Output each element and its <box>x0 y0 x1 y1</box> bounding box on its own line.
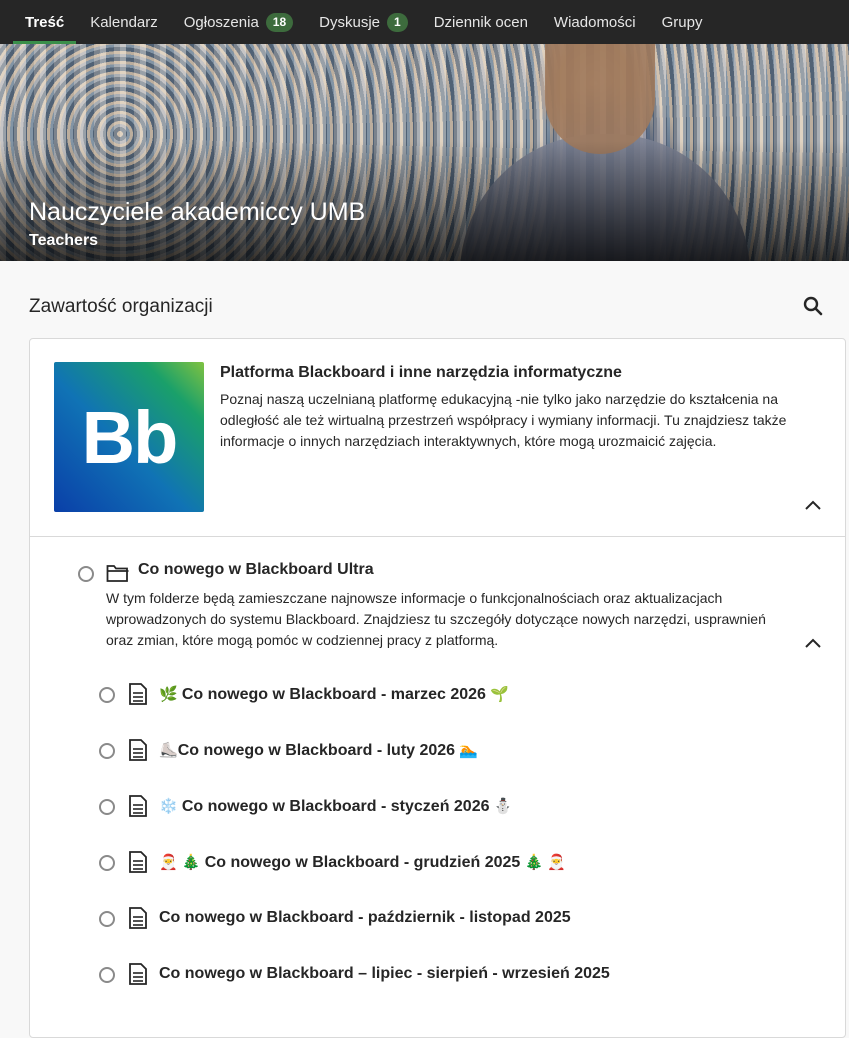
list-item[interactable]: ⛸️Co nowego w Blackboard - luty 2026 🏊 <box>99 739 799 763</box>
folder-icon <box>106 565 129 582</box>
course-banner: Nauczyciele akademiccy UMB Teachers <box>0 44 849 261</box>
tab-dziennik-ocen[interactable]: Dziennik ocen <box>422 0 540 44</box>
item-title[interactable]: 🌿 Co nowego w Blackboard - marzec 2026 🌱 <box>159 685 509 704</box>
course-subtitle: Teachers <box>29 232 99 249</box>
page-title: Zawartość organizacji <box>29 296 213 317</box>
tab-tresc[interactable]: Treść <box>13 0 77 44</box>
folder-description: W tym folderze będą zamieszczane najnows… <box>106 590 766 648</box>
tab-label: Grupy <box>661 13 703 31</box>
top-navigation: Treść Kalendarz Ogłoszenia 18 Dyskusje 1 D… <box>0 0 849 44</box>
content-card: Bb Platforma Blackboard i inne narzędzia… <box>29 338 846 1038</box>
tab-label: Treść <box>25 13 65 31</box>
list-item[interactable]: ❄️ Co nowego w Blackboard - styczeń 2026… <box>99 795 799 819</box>
card-header: Bb Platforma Blackboard i inne narzędzia… <box>30 339 845 537</box>
document-icon <box>129 963 147 985</box>
count-badge: 1 <box>387 12 408 32</box>
banner-speaker-head <box>545 44 655 154</box>
list-item[interactable]: 🌿 Co nowego w Blackboard - marzec 2026 🌱 <box>99 683 799 707</box>
card-description: Poznaj naszą uczelnianą platformę edukac… <box>220 391 787 449</box>
course-title: Nauczyciele akademiccy UMB <box>29 198 366 226</box>
tab-label: Wiadomości <box>553 13 636 31</box>
folder-title[interactable]: Co nowego w Blackboard Ultra <box>138 561 374 579</box>
document-icon <box>129 739 147 761</box>
tab-kalendarz[interactable]: Kalendarz <box>78 0 170 44</box>
item-radio[interactable] <box>99 855 115 871</box>
tab-label: Kalendarz <box>90 13 158 31</box>
tab-label: Ogłoszenia <box>183 13 259 31</box>
count-badge: 18 <box>265 12 294 32</box>
folder-radio[interactable] <box>78 566 94 582</box>
item-title[interactable]: ❄️ Co nowego w Blackboard - styczeń 2026… <box>159 797 512 816</box>
item-radio[interactable] <box>99 743 115 759</box>
item-title[interactable]: 🎅 🎄 Co nowego w Blackboard - grudzień 20… <box>159 853 566 872</box>
item-radio[interactable] <box>99 799 115 815</box>
blackboard-logo: Bb <box>54 362 204 512</box>
document-icon <box>129 683 147 705</box>
chevron-up-icon[interactable] <box>804 499 822 511</box>
search-button[interactable] <box>802 295 824 317</box>
item-title[interactable]: ⛸️Co nowego w Blackboard - luty 2026 🏊 <box>159 741 478 760</box>
tab-label: Dziennik ocen <box>433 13 528 31</box>
list-item[interactable]: Co nowego w Blackboard – lipiec - sierpi… <box>99 963 799 987</box>
list-item[interactable]: 🎅 🎄 Co nowego w Blackboard - grudzień 20… <box>99 851 799 875</box>
tab-label: Dyskusje <box>319 13 381 31</box>
tab-dyskusje[interactable]: Dyskusje 1 <box>307 0 420 44</box>
document-icon <box>129 851 147 873</box>
tab-ogloszenia[interactable]: Ogłoszenia 18 <box>172 0 305 44</box>
item-title[interactable]: Co nowego w Blackboard – lipiec - sierpi… <box>159 965 610 983</box>
tab-wiadomosci[interactable]: Wiadomości <box>542 0 648 44</box>
item-radio[interactable] <box>99 687 115 703</box>
item-radio[interactable] <box>99 967 115 983</box>
tab-grupy[interactable]: Grupy <box>650 0 715 44</box>
list-item[interactable]: Co nowego w Blackboard - październik - l… <box>99 907 799 931</box>
item-radio[interactable] <box>99 911 115 927</box>
item-title[interactable]: Co nowego w Blackboard - październik - l… <box>159 909 571 927</box>
card-title[interactable]: Platforma Blackboard i inne narzędzia in… <box>220 364 622 382</box>
document-icon <box>129 907 147 929</box>
document-icon <box>129 795 147 817</box>
chevron-up-icon[interactable] <box>804 637 822 649</box>
search-icon <box>803 296 823 316</box>
